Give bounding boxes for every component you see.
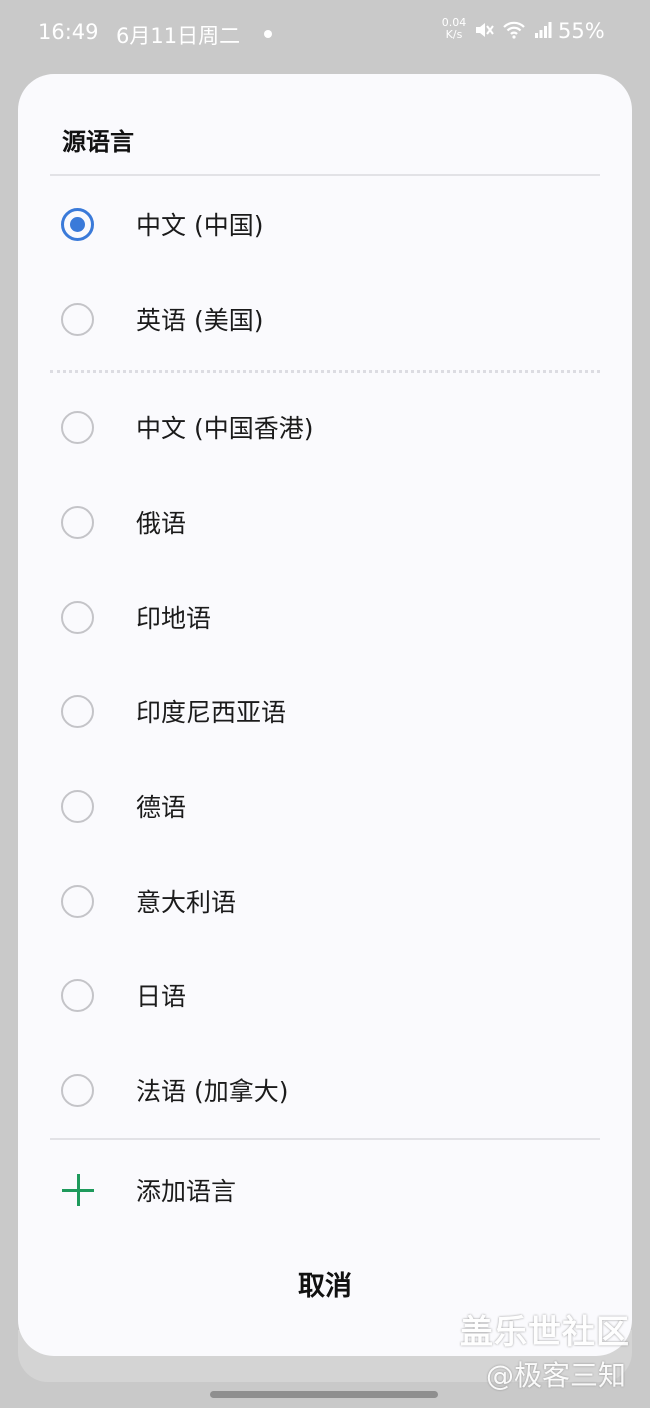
language-option[interactable]: 中文 (中国香港): [18, 387, 632, 467]
plus-icon: [62, 1174, 94, 1206]
language-dialog: 源语言 中文 (中国) 英语 (美国) 中文 (中国香港) 俄语 印地语 印度尼…: [18, 74, 632, 1356]
battery-percent: 55%: [558, 19, 605, 43]
title-divider: [50, 174, 600, 176]
radio-selected-icon[interactable]: [61, 207, 94, 241]
language-option[interactable]: 印度尼西亚语: [18, 671, 632, 751]
cancel-button[interactable]: 取消: [18, 1264, 632, 1303]
language-option[interactable]: 法语 (加拿大): [18, 1050, 632, 1130]
signal-icon: [535, 22, 552, 38]
dialog-title: 源语言: [62, 128, 134, 156]
radio-unselected-icon[interactable]: [61, 302, 94, 336]
add-language-label: 添加语言: [136, 1177, 237, 1206]
radio-unselected-icon[interactable]: [61, 600, 94, 634]
network-speed: 0.04 K/s: [440, 17, 468, 41]
language-option[interactable]: 中文 (中国): [18, 184, 632, 264]
home-indicator[interactable]: [210, 1391, 438, 1398]
status-date: 6月11日周二: [116, 24, 241, 48]
add-language-button[interactable]: 添加语言: [18, 1150, 632, 1230]
language-option[interactable]: 英语 (美国): [18, 279, 632, 359]
pinned-divider: [50, 370, 600, 373]
mute-icon: [476, 23, 494, 37]
radio-unselected-icon[interactable]: [61, 505, 94, 539]
status-time: 16:49: [38, 20, 99, 44]
language-option-label: 法语 (加拿大): [136, 1077, 289, 1106]
language-option-label: 德语: [136, 793, 187, 822]
language-option-label: 意大利语: [136, 888, 237, 917]
watermark-community: 盖乐世社区: [460, 1312, 630, 1351]
radio-unselected-icon[interactable]: [61, 1073, 94, 1107]
status-icons: [474, 20, 552, 40]
language-option-label: 日语: [136, 982, 187, 1011]
language-option[interactable]: 印地语: [18, 577, 632, 657]
language-option[interactable]: 俄语: [18, 482, 632, 562]
add-divider: [50, 1138, 600, 1140]
language-option-label: 印度尼西亚语: [136, 698, 287, 727]
network-speed-unit: K/s: [445, 28, 463, 41]
status-bar: 16:49 6月11日周二 0.04 K/s 55%: [0, 0, 650, 64]
wifi-icon: [503, 21, 525, 39]
language-option[interactable]: 意大利语: [18, 861, 632, 941]
radio-unselected-icon[interactable]: [61, 789, 94, 823]
radio-unselected-icon[interactable]: [61, 694, 94, 728]
notification-dot-icon: [264, 30, 272, 38]
radio-unselected-icon[interactable]: [61, 978, 94, 1012]
radio-unselected-icon[interactable]: [61, 884, 94, 918]
language-option-label: 中文 (中国): [136, 211, 264, 240]
language-option[interactable]: 日语: [18, 955, 632, 1035]
watermark-author: @极客三知: [486, 1359, 627, 1392]
language-option-label: 俄语: [136, 509, 187, 538]
language-option[interactable]: 德语: [18, 766, 632, 846]
language-option-label: 中文 (中国香港): [136, 414, 314, 443]
radio-unselected-icon[interactable]: [61, 410, 94, 444]
language-option-label: 印地语: [136, 604, 212, 633]
language-option-label: 英语 (美国): [136, 306, 264, 335]
